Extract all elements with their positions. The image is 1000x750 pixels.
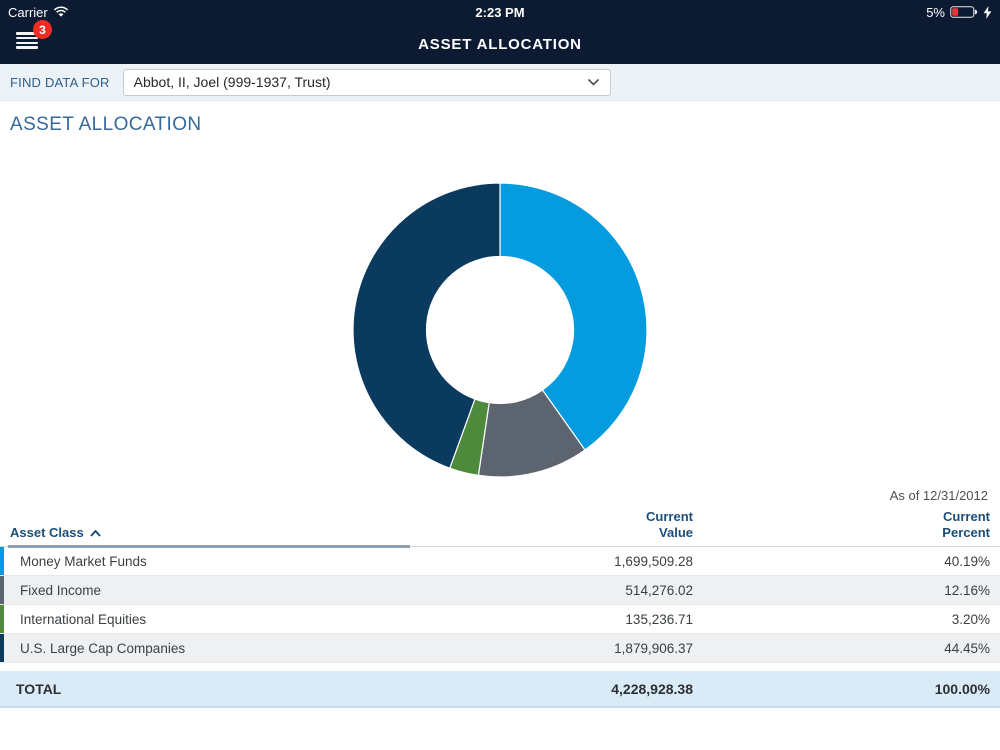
carrier-label: Carrier bbox=[8, 5, 48, 20]
row-color-strip bbox=[0, 547, 4, 575]
cell-current-percent: 3.20% bbox=[703, 612, 1000, 627]
status-bar: 2:23 PM Carrier 5% bbox=[0, 3, 1000, 21]
header-current-value[interactable]: Current Value bbox=[430, 509, 703, 541]
page-title: ASSET ALLOCATION bbox=[10, 114, 1000, 136]
table-header: Asset Class Current Value Current Percen… bbox=[0, 509, 1000, 547]
header-asset-class[interactable]: Asset Class bbox=[0, 525, 430, 541]
cell-current-value: 1,879,906.37 bbox=[430, 641, 703, 656]
header-asset-class-label: Asset Class bbox=[10, 525, 84, 541]
account-select-dropdown[interactable]: Abbot, II, Joel (999-1937, Trust) bbox=[123, 69, 611, 96]
header-current-percent-line1: Current bbox=[703, 509, 990, 525]
chart-area bbox=[0, 180, 1000, 480]
total-current-value: 4,228,928.38 bbox=[430, 681, 703, 697]
total-current-percent: 100.00% bbox=[703, 681, 1000, 697]
wifi-icon bbox=[53, 6, 69, 18]
find-data-label: FIND DATA FOR bbox=[10, 75, 110, 90]
table-row: Money Market Funds1,699,509.2840.19% bbox=[0, 547, 1000, 576]
battery-percent-label: 5% bbox=[926, 5, 945, 20]
header-current-value-line1: Current bbox=[430, 509, 693, 525]
table-row: Fixed Income514,276.0212.16% bbox=[0, 576, 1000, 605]
charging-bolt-icon bbox=[983, 6, 992, 19]
cell-current-value: 514,276.02 bbox=[430, 583, 703, 598]
total-row: TOTAL 4,228,928.38 100.00% bbox=[0, 671, 1000, 708]
cell-current-percent: 12.16% bbox=[703, 583, 1000, 598]
donut-chart bbox=[350, 180, 650, 480]
as-of-date: As of 12/31/2012 bbox=[0, 488, 1000, 503]
status-time: 2:23 PM bbox=[0, 5, 1000, 20]
selected-account: Abbot, II, Joel (999-1937, Trust) bbox=[134, 74, 331, 90]
nav-title: ASSET ALLOCATION bbox=[0, 36, 1000, 53]
chevron-down-icon bbox=[587, 78, 600, 86]
cell-asset-class: International Equities bbox=[0, 612, 430, 627]
table-row: U.S. Large Cap Companies1,879,906.3744.4… bbox=[0, 634, 1000, 663]
find-data-bar: FIND DATA FOR Abbot, II, Joel (999-1937,… bbox=[0, 64, 1000, 101]
cell-current-value: 135,236.71 bbox=[430, 612, 703, 627]
cell-asset-class: Money Market Funds bbox=[0, 554, 430, 569]
row-color-strip bbox=[0, 634, 4, 662]
header-current-percent-line2: Percent bbox=[703, 525, 990, 541]
app-header: 2:23 PM Carrier 5% 3 ASSET AL bbox=[0, 0, 1000, 64]
cell-asset-class: U.S. Large Cap Companies bbox=[0, 641, 430, 656]
cell-current-percent: 44.45% bbox=[703, 641, 1000, 656]
chevron-up-icon bbox=[90, 530, 101, 537]
row-color-strip bbox=[0, 576, 4, 604]
asset-allocation-table: Asset Class Current Value Current Percen… bbox=[0, 509, 1000, 708]
table-row: International Equities135,236.713.20% bbox=[0, 605, 1000, 634]
cell-asset-class: Fixed Income bbox=[0, 583, 430, 598]
battery-icon bbox=[950, 6, 978, 18]
row-color-strip bbox=[0, 605, 4, 633]
asset-table-body: Money Market Funds1,699,509.2840.19%Fixe… bbox=[0, 547, 1000, 663]
cell-current-percent: 40.19% bbox=[703, 554, 1000, 569]
header-current-percent[interactable]: Current Percent bbox=[703, 509, 1000, 541]
total-label: TOTAL bbox=[0, 681, 430, 697]
battery-level-fill bbox=[952, 8, 958, 16]
cell-current-value: 1,699,509.28 bbox=[430, 554, 703, 569]
header-current-value-line2: Value bbox=[430, 525, 693, 541]
